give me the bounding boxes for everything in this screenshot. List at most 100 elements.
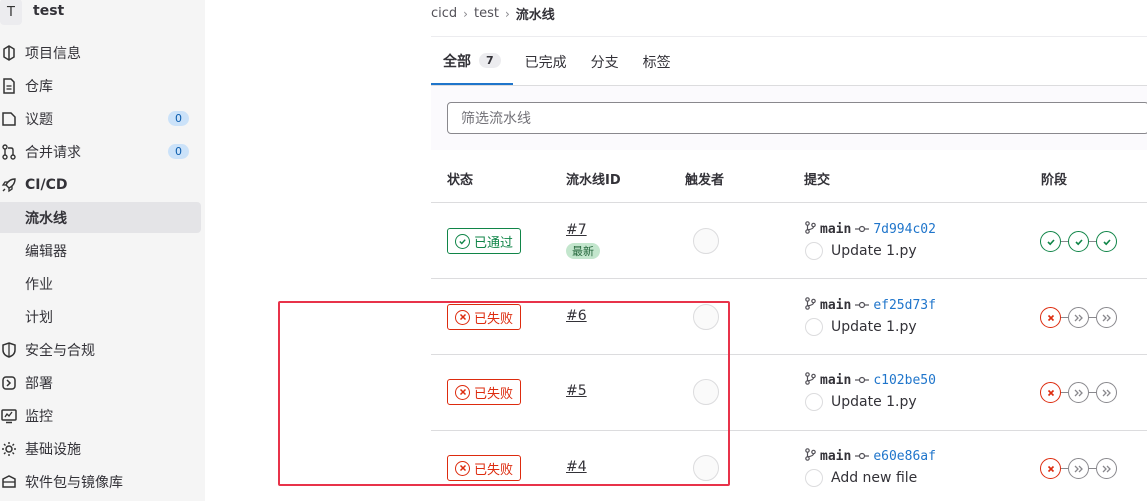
- project-name: test: [33, 3, 65, 19]
- branch-name-link[interactable]: main: [820, 298, 851, 313]
- stage-connector: [1089, 241, 1096, 242]
- avatar[interactable]: [693, 379, 719, 405]
- stage-passed-icon[interactable]: [1096, 231, 1117, 252]
- rocket-icon: [0, 176, 18, 194]
- tab-all[interactable]: 全部 7: [431, 38, 513, 85]
- commit-sha-link[interactable]: c102be50: [873, 373, 936, 388]
- commit-author-avatar[interactable]: [805, 242, 823, 260]
- commit-icon: [855, 449, 870, 464]
- branch-icon: [805, 372, 816, 389]
- commit-author-avatar[interactable]: [805, 469, 823, 487]
- commit-author-avatar[interactable]: [805, 318, 823, 336]
- pipeline-id-link[interactable]: #7: [566, 222, 587, 238]
- stage-skipped-icon[interactable]: [1068, 307, 1089, 328]
- commit-icon: [855, 298, 870, 313]
- sidebar-item-label: 议题: [25, 111, 53, 128]
- commit-ref: main ef25d73f: [805, 297, 936, 314]
- sidebar-item-issues[interactable]: 议题 0: [0, 103, 201, 134]
- branch-name-link[interactable]: main: [820, 449, 851, 464]
- stage-skipped-icon[interactable]: [1068, 458, 1089, 479]
- breadcrumb-item-group[interactable]: cicd: [431, 6, 457, 21]
- stage-failed-icon[interactable]: [1040, 458, 1061, 479]
- sidebar-item-label: 部署: [25, 375, 53, 392]
- status-badge[interactable]: 已失败: [447, 455, 522, 481]
- tab-tags[interactable]: 标签: [631, 38, 683, 85]
- stage-passed-icon[interactable]: [1068, 231, 1089, 252]
- commit-message: Add new file: [805, 469, 917, 487]
- sidebar-item-monitor[interactable]: 监控: [0, 400, 201, 431]
- sidebar-item-label: 流水线: [25, 210, 67, 227]
- sidebar-item-pipelines[interactable]: 流水线: [0, 202, 201, 233]
- commit-title-link[interactable]: Update 1.py: [831, 319, 917, 335]
- status-label: 已失败: [474, 311, 514, 327]
- sidebar-item-project-info[interactable]: 项目信息: [0, 37, 201, 68]
- tab-branches[interactable]: 分支: [579, 38, 631, 85]
- tab-label: 已完成: [524, 54, 567, 71]
- table-row: 已通过 #7 最新 main 7d994c02 Update 1.py: [431, 203, 1147, 279]
- sidebar-item-label: 软件包与镜像库: [25, 474, 123, 491]
- issues-count-badge: 0: [168, 111, 189, 126]
- pipeline-stages: [1040, 231, 1117, 252]
- project-header[interactable]: T test: [0, 0, 205, 28]
- commit-icon: [855, 222, 870, 237]
- stage-failed-icon[interactable]: [1040, 307, 1061, 328]
- avatar[interactable]: [693, 228, 719, 254]
- sidebar-item-merge-requests[interactable]: 合并请求 0: [0, 136, 201, 167]
- commit-author-avatar[interactable]: [805, 393, 823, 411]
- status-badge[interactable]: 已通过: [447, 228, 522, 254]
- sidebar-item-label: 计划: [25, 309, 53, 326]
- pipeline-stages: [1040, 307, 1117, 328]
- sidebar-item-packages[interactable]: 软件包与镜像库: [0, 466, 201, 497]
- commit-title-link[interactable]: Update 1.py: [831, 243, 917, 259]
- sidebar-item-label: 安全与合规: [25, 342, 95, 359]
- pipeline-id-link[interactable]: #4: [566, 459, 587, 475]
- stage-connector: [1061, 392, 1068, 393]
- breadcrumb-item-current[interactable]: 流水线: [516, 4, 555, 23]
- commit-sha-link[interactable]: ef25d73f: [873, 298, 936, 313]
- status-badge[interactable]: 已失败: [447, 304, 522, 330]
- package-icon: [0, 473, 18, 491]
- pipeline-id-link[interactable]: #6: [566, 308, 587, 324]
- stage-skipped-icon[interactable]: [1096, 458, 1117, 479]
- sidebar-item-editor[interactable]: 编辑器: [0, 235, 201, 266]
- tab-label: 全部: [443, 53, 471, 70]
- stage-skipped-icon[interactable]: [1096, 382, 1117, 403]
- project-icon: [0, 44, 18, 62]
- avatar[interactable]: [693, 455, 719, 481]
- commit-title-link[interactable]: Add new file: [831, 470, 917, 486]
- sidebar-item-repository[interactable]: 仓库: [0, 70, 201, 101]
- stage-connector: [1089, 392, 1096, 393]
- pipeline-stages: [1040, 458, 1117, 479]
- status-label: 已失败: [474, 462, 514, 478]
- sidebar-item-schedules[interactable]: 计划: [0, 301, 201, 332]
- close-circle-icon: [455, 309, 470, 325]
- commit-sha-link[interactable]: 7d994c02: [873, 222, 936, 237]
- merge-request-icon: [0, 143, 18, 161]
- pipeline-id-link[interactable]: #5: [566, 383, 587, 399]
- table-row: 已失败 #4 main e60e86af Add new file: [431, 431, 1147, 501]
- breadcrumb: cicd › test › 流水线: [431, 4, 555, 23]
- branch-name-link[interactable]: main: [820, 222, 851, 237]
- stage-connector: [1061, 468, 1068, 469]
- pipeline-filter-input[interactable]: 筛选流水线: [447, 102, 1147, 134]
- issues-icon: [0, 110, 18, 128]
- commit-message: Update 1.py: [805, 242, 917, 260]
- tab-finished[interactable]: 已完成: [513, 38, 579, 85]
- sidebar-item-label: 项目信息: [25, 45, 81, 62]
- sidebar-item-security[interactable]: 安全与合规: [0, 334, 201, 365]
- stage-failed-icon[interactable]: [1040, 382, 1061, 403]
- branch-icon: [805, 297, 816, 314]
- avatar[interactable]: [693, 304, 719, 330]
- breadcrumb-item-project[interactable]: test: [474, 6, 499, 21]
- stage-skipped-icon[interactable]: [1096, 307, 1117, 328]
- stage-skipped-icon[interactable]: [1068, 382, 1089, 403]
- status-badge[interactable]: 已失败: [447, 379, 522, 405]
- sidebar-item-jobs[interactable]: 作业: [0, 268, 201, 299]
- stage-passed-icon[interactable]: [1040, 231, 1061, 252]
- branch-name-link[interactable]: main: [820, 373, 851, 388]
- commit-title-link[interactable]: Update 1.py: [831, 394, 917, 410]
- sidebar-item-cicd[interactable]: CI/CD: [0, 169, 201, 200]
- sidebar-item-infrastructure[interactable]: 基础设施: [0, 433, 201, 464]
- commit-sha-link[interactable]: e60e86af: [873, 449, 936, 464]
- sidebar-item-deployments[interactable]: 部署: [0, 367, 201, 398]
